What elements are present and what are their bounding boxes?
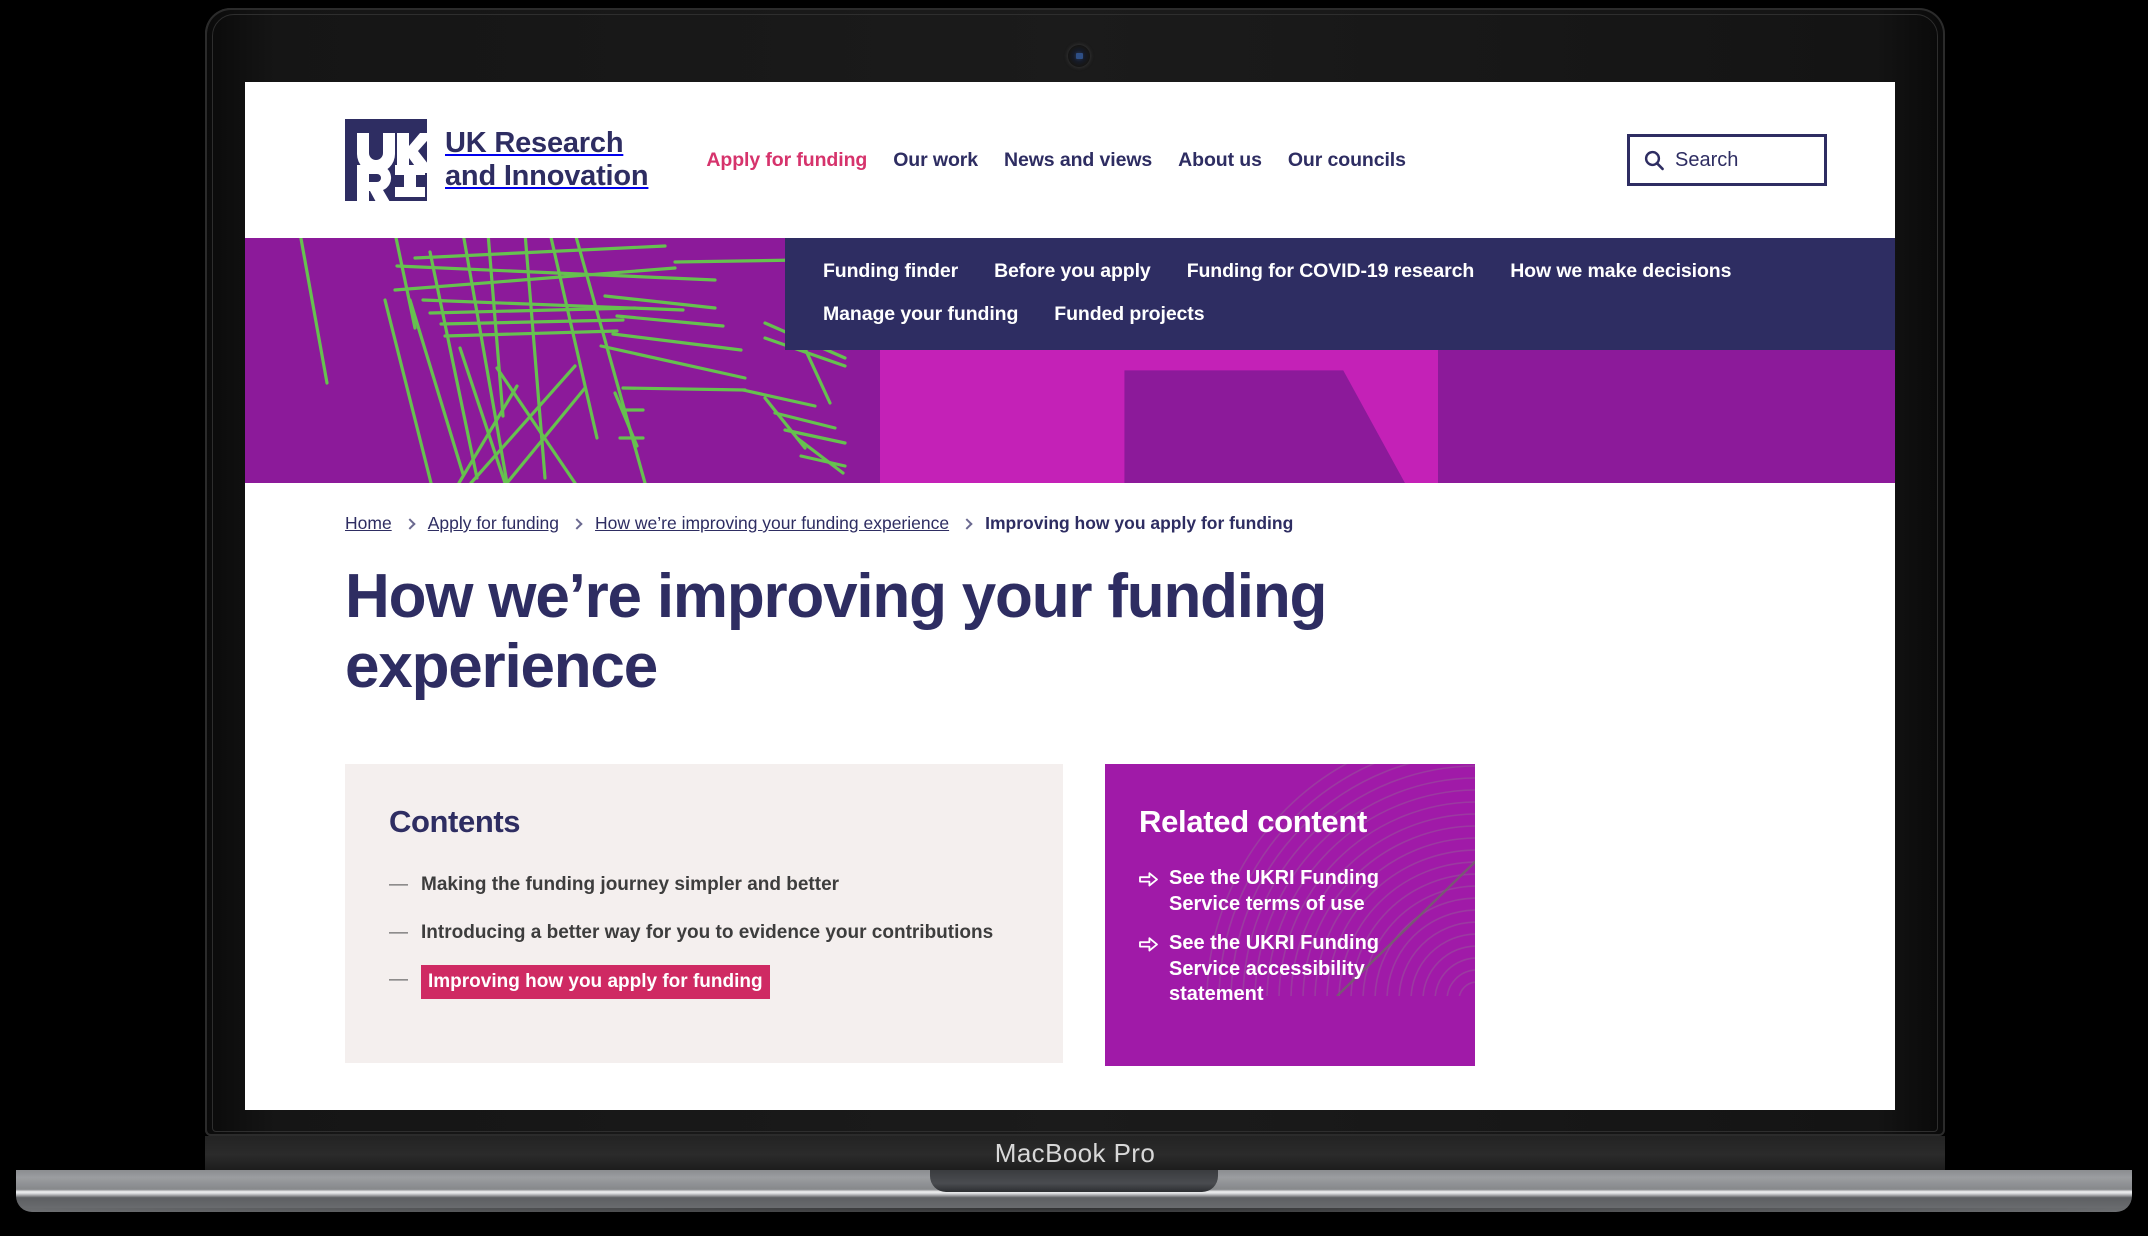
ukri-logo-icon (345, 119, 427, 201)
laptop-base-notch (930, 1170, 1218, 1192)
related-list-item: See the UKRI Funding Service accessibili… (1139, 931, 1441, 1008)
dash-icon: — (389, 968, 408, 990)
contents-list-item-current: — Improving how you apply for funding (389, 964, 1019, 999)
subnav-item-manage-your-funding[interactable]: Manage your funding (823, 303, 1018, 326)
arrow-right-icon (1139, 872, 1158, 887)
related-list-item: See the UKRI Funding Service terms of us… (1139, 866, 1441, 917)
nav-item-apply-for-funding[interactable]: Apply for funding (706, 149, 867, 172)
contents-card: Contents — Making the funding journey si… (345, 764, 1063, 1063)
subnav-row-1: Funding finder Before you apply Funding … (823, 260, 1895, 283)
dash-icon: — (389, 874, 408, 896)
related-link-accessibility-statement[interactable]: See the UKRI Funding Service accessibili… (1169, 931, 1441, 1008)
logo-line-1: UK Research (445, 126, 624, 159)
related-content-card: Related content See the UKRI Funding Ser… (1105, 764, 1475, 1067)
breadcrumb-item-how-were-improving[interactable]: How we’re improving your funding experie… (595, 513, 949, 534)
webcam-lens-glint (1076, 53, 1083, 59)
page-title: How we’re improving your funding experie… (345, 562, 1327, 702)
nav-item-our-councils[interactable]: Our councils (1288, 149, 1406, 172)
subnav-row-2: Manage your funding Funded projects (823, 303, 1895, 326)
ukri-logo-wordmark: UK Research and Innovation (445, 126, 649, 193)
secondary-navigation-panel: Funding finder Before you apply Funding … (785, 238, 1895, 350)
breadcrumb-item-home[interactable]: Home (345, 513, 392, 534)
site-header: UK Research and Innovation Apply for fun… (245, 82, 1895, 238)
logo-line-2: and Innovation (445, 160, 649, 192)
nav-item-our-work[interactable]: Our work (893, 149, 978, 172)
related-link-terms-of-use[interactable]: See the UKRI Funding Service terms of us… (1169, 866, 1441, 917)
contents-heading: Contents (389, 804, 521, 840)
hero-banner: Funding finder Before you apply Funding … (245, 238, 1895, 483)
nav-item-news-and-views[interactable]: News and views (1004, 149, 1152, 172)
device-model-label: MacBook Pro (994, 1137, 1156, 1168)
contents-link-improving-how-you-apply[interactable]: Improving how you apply for funding (421, 964, 770, 999)
browser-viewport: UK Research and Innovation Apply for fun… (245, 82, 1895, 1110)
breadcrumb-item-apply-for-funding[interactable]: Apply for funding (428, 513, 559, 534)
breadcrumb-current-page: Improving how you apply for funding (985, 513, 1294, 533)
search-input[interactable]: Search (1627, 134, 1827, 186)
screenshot-scene: UK Research and Innovation Apply for fun… (0, 0, 2148, 1236)
subnav-item-funding-covid-19-research[interactable]: Funding for COVID-19 research (1187, 260, 1475, 283)
subnav-item-how-we-make-decisions[interactable]: How we make decisions (1510, 260, 1731, 283)
search-placeholder: Search (1675, 148, 1739, 171)
contents-list-item: — Introducing a better way for you to ev… (389, 918, 1019, 947)
panels-row: Contents — Making the funding journey si… (345, 764, 1827, 1067)
arrow-right-icon (1139, 937, 1158, 952)
contents-list-item: — Making the funding journey simpler and… (389, 870, 1019, 899)
chevron-right-icon (961, 517, 973, 530)
laptop-shadow (16, 1208, 2132, 1228)
search-icon (1644, 150, 1664, 171)
ukri-logo-link[interactable]: UK Research and Innovation (345, 119, 649, 201)
subnav-item-funding-finder[interactable]: Funding finder (823, 260, 958, 283)
primary-navigation: Apply for funding Our work News and view… (706, 149, 1627, 172)
contents-link-making-the-funding-journey[interactable]: Making the funding journey simpler and b… (421, 870, 839, 899)
main-content: Home Apply for funding How we’re improvi… (245, 483, 1895, 1067)
chevron-right-icon (571, 517, 583, 530)
dash-icon: — (389, 921, 408, 943)
nav-item-about-us[interactable]: About us (1178, 149, 1262, 172)
contents-link-introducing-a-better-way[interactable]: Introducing a better way for you to evid… (421, 918, 993, 947)
subnav-item-before-you-apply[interactable]: Before you apply (994, 260, 1151, 283)
related-content-heading: Related content (1139, 804, 1368, 840)
laptop-chin: MacBook Pro (205, 1136, 1945, 1170)
chevron-right-icon (404, 517, 416, 530)
breadcrumb: Home Apply for funding How we’re improvi… (345, 483, 1827, 534)
subnav-item-funded-projects[interactable]: Funded projects (1054, 303, 1204, 326)
